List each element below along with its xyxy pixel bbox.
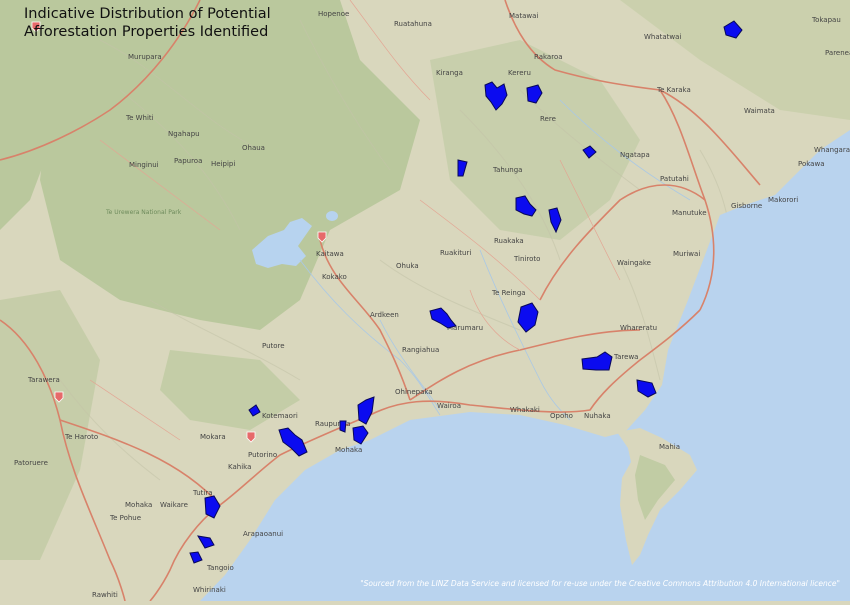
place-label: Waingake — [617, 259, 651, 267]
place-label: Waimata — [744, 107, 775, 115]
place-label: Ruatahuna — [394, 20, 432, 28]
place-label: Tahunga — [492, 166, 522, 174]
place-label: Ohuka — [396, 262, 419, 270]
place-label: Mohaka — [125, 501, 152, 509]
place-label: Arapaoanui — [243, 530, 283, 538]
place-label: Matawai — [509, 12, 538, 20]
place-label: Minginui — [129, 161, 159, 169]
map-title: Indicative Distribution of Potential Aff… — [24, 5, 271, 41]
place-label: Putorino — [248, 451, 277, 459]
place-label: Ngatapa — [620, 151, 650, 159]
place-label: Rawhiti — [92, 591, 118, 599]
place-label: Makorori — [768, 196, 798, 204]
place-label: Ohaua — [242, 144, 265, 152]
place-label: Mokara — [200, 433, 226, 441]
place-label: Mahia — [659, 443, 680, 451]
place-label: Whirinaki — [193, 586, 226, 594]
place-label: Tarawera — [27, 376, 60, 384]
afforestation-parcel — [340, 421, 346, 432]
place-label: Whakaki — [510, 406, 540, 414]
place-label: Papuroa — [174, 157, 202, 165]
place-label: Murupara — [128, 53, 162, 61]
place-label: Te Haroto — [64, 433, 98, 441]
place-label: Te Pohue — [109, 514, 141, 522]
place-label: Ruakituri — [440, 249, 471, 257]
place-label: Rere — [540, 115, 556, 123]
map-svg: Hopenoe Ruatahuna Matawai Tokapau Whatat… — [0, 0, 850, 601]
lake-small — [326, 211, 338, 221]
place-label: Parenea — [825, 49, 850, 57]
place-label: Tutira — [192, 489, 213, 497]
place-label: Tangoio — [206, 564, 234, 572]
place-label: Pokawa — [798, 160, 825, 168]
place-label: Rakaroa — [534, 53, 563, 61]
place-label: Whareratu — [620, 324, 657, 332]
place-label: Putore — [262, 342, 285, 350]
place-label: Te Karaka — [656, 86, 691, 94]
place-label: Nuhaka — [584, 412, 611, 420]
place-label: Tiniroto — [513, 255, 540, 263]
place-label: Mohaka — [335, 446, 362, 454]
place-label: Gisborne — [731, 202, 762, 210]
place-label: Tokapau — [811, 16, 841, 24]
place-label: Kiranga — [436, 69, 463, 77]
place-label: Heipipi — [211, 160, 235, 168]
place-label: Manutuke — [672, 209, 707, 217]
place-label: Whatatwai — [644, 33, 681, 41]
place-label: Ardkeen — [370, 311, 399, 319]
place-label: Patoruere — [14, 459, 48, 467]
map-canvas: Hopenoe Ruatahuna Matawai Tokapau Whatat… — [0, 0, 850, 601]
place-label: Tarewa — [613, 353, 638, 361]
place-label: Ruakaka — [494, 237, 524, 245]
place-label: Patutahi — [660, 175, 689, 183]
place-label: Ngahapu — [168, 130, 200, 138]
place-label: Opoho — [550, 412, 573, 420]
place-label: Te Reinga — [491, 289, 526, 297]
place-label: Wairoa — [437, 402, 461, 410]
place-label: Kotemaori — [262, 412, 298, 420]
place-label: Kokako — [322, 273, 347, 281]
place-label: Rangiahua — [402, 346, 439, 354]
place-label: Waikare — [160, 501, 188, 509]
place-label: Ohinepaka — [395, 388, 433, 396]
place-label: Hopenoe — [318, 10, 349, 18]
place-label: Te Whiti — [125, 114, 154, 122]
place-label: Whangara — [814, 146, 850, 154]
place-label: Muriwai — [673, 250, 700, 258]
place-label: Kaitawa — [316, 250, 344, 258]
place-label: Kereru — [508, 69, 531, 77]
park-label: Te Urewera National Park — [105, 209, 182, 216]
place-label: Kahika — [228, 463, 251, 471]
attribution-text: "Sourced from the LINZ Data Service and … — [360, 579, 840, 588]
